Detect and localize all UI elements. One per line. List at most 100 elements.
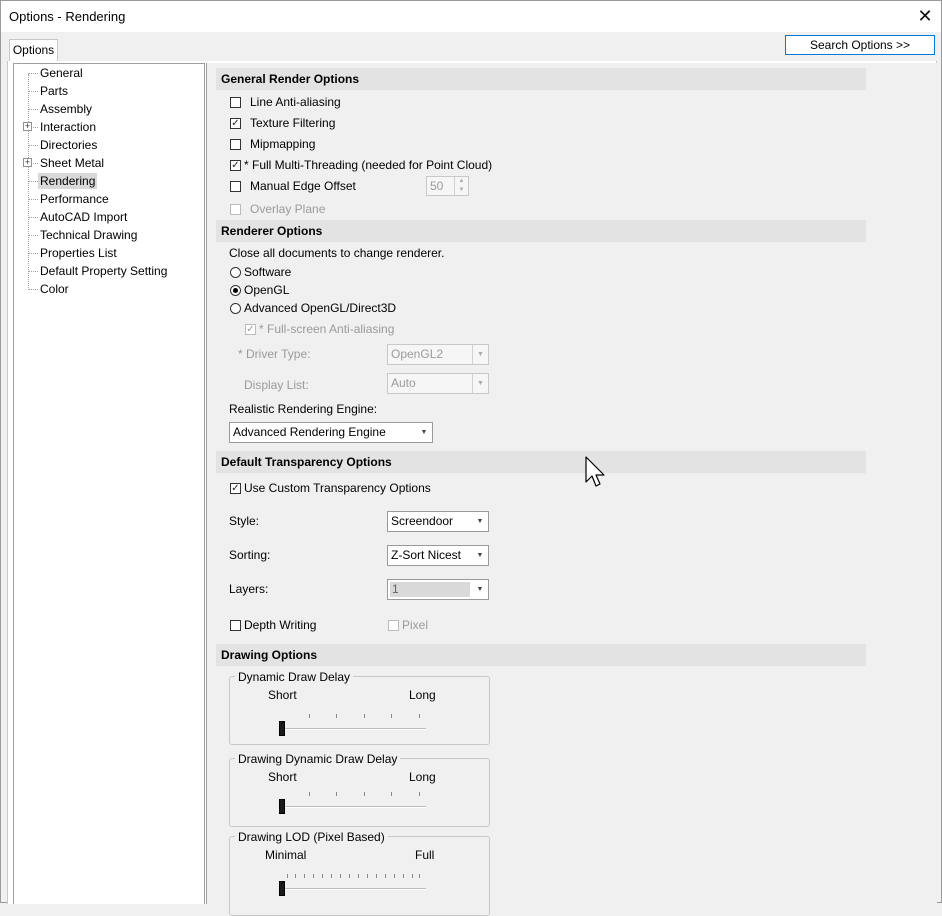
- texture-filtering-label: Texture Filtering: [250, 116, 336, 130]
- expand-plus-icon[interactable]: +: [23, 158, 32, 167]
- slider-tick: [336, 792, 337, 796]
- depth-writing-label: Depth Writing: [244, 618, 317, 632]
- chevron-down-icon: ▼: [476, 586, 484, 593]
- tree-branch: [28, 235, 38, 236]
- slider-tick: [394, 874, 395, 878]
- tree-item-rendering[interactable]: Rendering: [38, 173, 98, 189]
- drawing-dynamic-draw-delay-group: [229, 758, 490, 827]
- spinner-buttons[interactable]: ▲ ▼: [454, 177, 468, 195]
- slider-track: [279, 806, 426, 808]
- general-render-options-header: General Render Options: [216, 68, 866, 90]
- layers-value: 1: [390, 582, 470, 597]
- tree-item-assembly[interactable]: Assembly: [38, 101, 94, 117]
- driver-type-value: OpenGL2: [391, 347, 444, 361]
- tree-branch: [28, 271, 38, 272]
- tree-item-sheet-metal[interactable]: Sheet Metal: [38, 155, 106, 171]
- driver-type-select: OpenGL2 ▼: [387, 344, 489, 365]
- tree-item-autocad-import[interactable]: AutoCAD Import: [38, 209, 129, 225]
- software-label: Software: [244, 265, 292, 279]
- slider-tick: [364, 792, 365, 796]
- slider-thumb[interactable]: [279, 721, 285, 736]
- edge-offset-spinner[interactable]: 50 ▲ ▼: [426, 176, 469, 196]
- realistic-engine-value: Advanced Rendering Engine: [233, 425, 386, 439]
- slider-tick: [358, 874, 359, 878]
- close-icon[interactable]: ✕: [909, 1, 941, 32]
- options-tree[interactable]: General Parts Assembly + Interaction Dir…: [13, 63, 205, 904]
- display-list-value: Auto: [391, 376, 416, 390]
- radio-selected-dot: [233, 288, 238, 293]
- spin-down-icon[interactable]: ▼: [455, 186, 468, 195]
- slider-tick: [412, 874, 413, 878]
- texture-filtering-checkbox[interactable]: ✓: [230, 118, 241, 129]
- tree-item-directories[interactable]: Directories: [38, 137, 99, 153]
- tree-branch: [28, 181, 38, 182]
- tree-connector-line: [28, 74, 29, 290]
- software-radio[interactable]: [230, 267, 241, 278]
- pixel-checkbox: [388, 620, 399, 631]
- expand-plus-icon[interactable]: +: [23, 122, 32, 131]
- tree-item-properties-list[interactable]: Properties List: [38, 245, 119, 261]
- tree-item-performance[interactable]: Performance: [38, 191, 111, 207]
- sorting-value: Z-Sort Nicest: [391, 548, 462, 562]
- drawing-options-header: Drawing Options: [216, 644, 866, 666]
- slider-tick: [313, 874, 314, 878]
- drawing-dynamic-draw-delay-max-label: Long: [409, 770, 436, 784]
- slider-tick: [309, 792, 310, 796]
- renderer-options-header: Renderer Options: [216, 220, 866, 242]
- tree-item-color[interactable]: Color: [38, 281, 71, 297]
- transparency-options-header: Default Transparency Options: [216, 451, 866, 473]
- layers-label: Layers:: [229, 582, 269, 596]
- tree-item-parts[interactable]: Parts: [38, 83, 70, 99]
- slider-tick: [419, 792, 420, 796]
- line-antialiasing-checkbox[interactable]: [230, 97, 241, 108]
- depth-writing-checkbox[interactable]: [230, 620, 241, 631]
- slider-tick: [376, 874, 377, 878]
- multithreading-checkbox[interactable]: ✓: [230, 160, 241, 171]
- fullscreen-antialiasing-checkbox: ✓: [245, 324, 256, 335]
- chevron-down-icon: ▼: [472, 374, 488, 393]
- realistic-engine-select[interactable]: Advanced Rendering Engine ▼: [229, 422, 433, 443]
- style-select[interactable]: Screendoor ▼: [387, 511, 489, 532]
- slider-tick: [367, 874, 368, 878]
- multithreading-label: * Full Multi-Threading (needed for Point…: [244, 158, 493, 172]
- chevron-down-icon: ▼: [420, 429, 428, 436]
- drawing-lod-min-label: Minimal: [265, 848, 307, 862]
- tree-item-default-property-setting[interactable]: Default Property Setting: [38, 263, 169, 279]
- dynamic-draw-delay-title: Dynamic Draw Delay: [235, 670, 354, 684]
- layers-select[interactable]: 1 ▼: [387, 579, 489, 600]
- mipmapping-checkbox[interactable]: [230, 139, 241, 150]
- realistic-engine-label: Realistic Rendering Engine:: [229, 402, 378, 416]
- tab-options[interactable]: Options: [9, 39, 58, 61]
- manual-edge-offset-checkbox[interactable]: [230, 181, 241, 192]
- style-label: Style:: [229, 514, 260, 528]
- tree-branch: [28, 217, 38, 218]
- mipmapping-label: Mipmapping: [250, 137, 316, 151]
- title-bar: Options - Rendering ✕: [1, 1, 941, 32]
- tree-branch: [28, 289, 38, 290]
- slider-thumb[interactable]: [279, 881, 285, 896]
- tree-branch: [28, 109, 38, 110]
- overlay-plane-label: Overlay Plane: [250, 202, 326, 216]
- opengl-radio[interactable]: [230, 285, 241, 296]
- sorting-select[interactable]: Z-Sort Nicest ▼: [387, 545, 489, 566]
- renderer-note: Close all documents to change renderer.: [229, 246, 445, 260]
- tree-item-technical-drawing[interactable]: Technical Drawing: [38, 227, 139, 243]
- tree-item-interaction[interactable]: Interaction: [38, 119, 98, 135]
- chevron-down-icon: ▼: [476, 552, 484, 559]
- slider-thumb[interactable]: [279, 799, 285, 814]
- driver-type-label: * Driver Type:: [238, 347, 311, 361]
- search-options-button[interactable]: Search Options >>: [785, 35, 935, 55]
- use-custom-transparency-checkbox[interactable]: ✓: [230, 483, 241, 494]
- tree-item-general[interactable]: General: [38, 65, 85, 81]
- spin-up-icon[interactable]: ▲: [455, 177, 468, 186]
- slider-tick: [391, 792, 392, 796]
- slider-tick: [364, 714, 365, 718]
- dynamic-draw-delay-max-label: Long: [409, 688, 436, 702]
- slider-tick: [391, 714, 392, 718]
- tree-branch: [28, 145, 38, 146]
- slider-tick: [322, 874, 323, 878]
- slider-tick: [331, 874, 332, 878]
- tree-branch: [28, 73, 38, 74]
- advanced-opengl-radio[interactable]: [230, 303, 241, 314]
- drawing-lod-max-label: Full: [415, 848, 435, 862]
